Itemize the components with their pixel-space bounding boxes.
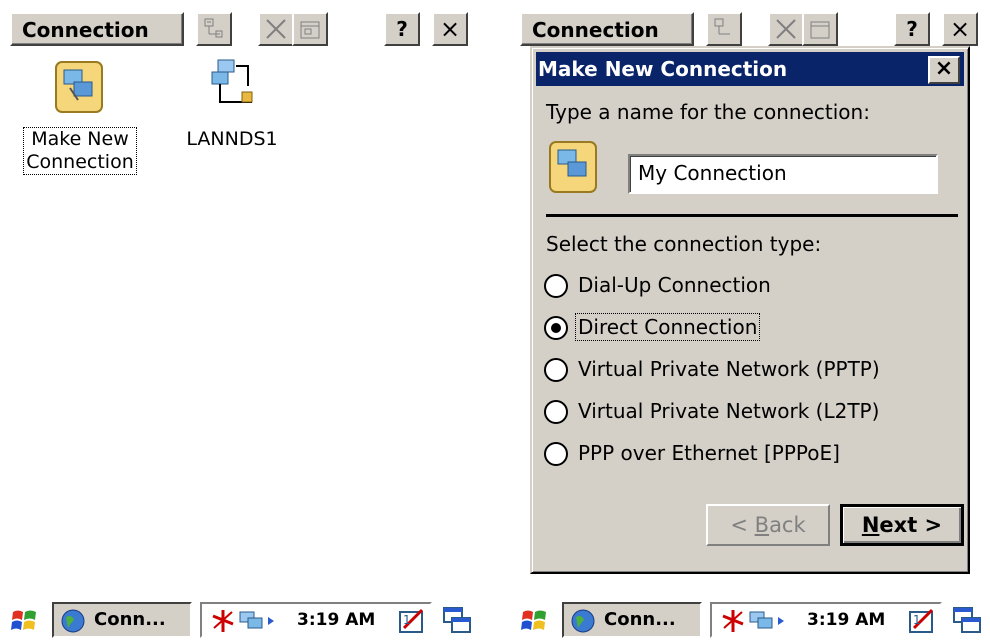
system-tray: 3:19 AM 1	[200, 602, 432, 638]
radio-label: PPP over Ethernet [PPPoE]	[578, 441, 840, 465]
next-button[interactable]: Next >	[840, 504, 964, 546]
radio-button[interactable]	[544, 400, 568, 424]
clock[interactable]: 3:19 AM	[297, 604, 375, 636]
show-desktop-icon[interactable]	[440, 604, 474, 638]
radio-label: Direct Connection	[574, 313, 761, 341]
dialog-title: Make New Connection	[538, 57, 788, 81]
command-bar: Connection ? ×	[510, 0, 990, 48]
svg-text:1: 1	[403, 613, 411, 627]
svg-text:1: 1	[913, 613, 921, 627]
radio-label: Virtual Private Network (L2TP)	[578, 399, 880, 423]
help-button[interactable]: ?	[894, 12, 930, 46]
properties-icon	[300, 21, 320, 39]
back-label-key: B	[754, 513, 770, 537]
make-new-connection-dialog: Make New Connection × Type a name for th…	[530, 46, 970, 574]
lannds1-item[interactable]: LANNDS1	[172, 58, 292, 151]
radio-button[interactable]	[544, 358, 568, 382]
make-new-connection-item[interactable]: Make New Connection	[12, 58, 148, 175]
windows-start-icon[interactable]	[518, 604, 552, 638]
network-connection-icon	[211, 59, 253, 103]
separator	[546, 214, 958, 217]
type-prompt: Select the connection type:	[546, 232, 822, 256]
taskbar-app-label: Conn...	[94, 609, 166, 630]
dialog-title-bar: Make New Connection ×	[536, 52, 964, 86]
properties-toolbar-button[interactable]	[292, 12, 328, 46]
connection-status-icon[interactable]	[238, 608, 288, 634]
taskbar: Conn... 3:19 AM 1	[0, 596, 480, 644]
connect-toolbar-button[interactable]	[196, 12, 232, 46]
properties-toolbar-button[interactable]	[802, 12, 838, 46]
taskbar: Conn... 3:19 AM 1	[510, 596, 990, 644]
windows-start-icon[interactable]	[8, 604, 42, 638]
next-label-post: ext >	[879, 513, 943, 537]
system-tray: 3:19 AM 1	[710, 602, 942, 638]
connect-toolbar-button[interactable]	[706, 12, 742, 46]
back-label-post: ack	[769, 513, 806, 537]
next-label-key: N	[861, 513, 880, 537]
delete-icon	[266, 19, 286, 39]
close-button[interactable]: ×	[432, 12, 468, 46]
radio-label: Virtual Private Network (PPTP)	[578, 357, 880, 381]
connection-name-input[interactable]: My Connection	[628, 154, 938, 194]
taskbar-connection-button[interactable]: Conn...	[52, 602, 192, 638]
network-icon	[204, 18, 223, 38]
network-disconnected-icon[interactable]	[210, 608, 236, 634]
connection-status-icon[interactable]	[748, 608, 798, 634]
make-new-label-line2: Connection	[26, 151, 134, 173]
radio-button[interactable]	[544, 274, 568, 298]
make-new-connection-icon	[549, 141, 597, 193]
radio-button-selected[interactable]	[544, 316, 568, 340]
connection-menu-button[interactable]: Connection	[10, 12, 184, 46]
input-panel-icon[interactable]: 1	[908, 608, 936, 634]
command-bar: Connection ? ×	[0, 0, 480, 48]
delete-toolbar-button[interactable]	[258, 12, 294, 46]
delete-icon	[776, 19, 796, 39]
radio-label: Dial-Up Connection	[578, 273, 771, 297]
back-button[interactable]: < Back	[706, 504, 830, 546]
name-prompt: Type a name for the connection:	[546, 100, 870, 124]
network-disconnected-icon[interactable]	[720, 608, 746, 634]
back-label-pre: <	[730, 513, 755, 537]
connection-window-right: Connection ? × Make New Connection × Typ…	[510, 0, 990, 644]
connection-menu-button[interactable]: Connection	[520, 12, 694, 46]
show-desktop-icon[interactable]	[950, 604, 984, 638]
lannds1-label: LANNDS1	[186, 128, 278, 150]
globe-icon	[571, 609, 595, 633]
globe-icon	[61, 609, 85, 633]
properties-icon	[810, 21, 830, 39]
input-panel-icon[interactable]: 1	[398, 608, 426, 634]
delete-toolbar-button[interactable]	[768, 12, 804, 46]
taskbar-connection-button[interactable]: Conn...	[562, 602, 702, 638]
radio-button[interactable]	[544, 442, 568, 466]
network-icon	[714, 18, 730, 35]
taskbar-app-label: Conn...	[604, 609, 676, 630]
make-new-connection-icon	[55, 61, 103, 113]
make-new-label-line1: Make New	[31, 128, 129, 150]
connection-window-left: Connection ? × Make New Connection LANND…	[0, 0, 480, 644]
help-button[interactable]: ?	[384, 12, 420, 46]
close-button[interactable]: ×	[942, 12, 978, 46]
clock[interactable]: 3:19 AM	[807, 604, 885, 636]
dialog-close-button[interactable]: ×	[928, 56, 960, 84]
